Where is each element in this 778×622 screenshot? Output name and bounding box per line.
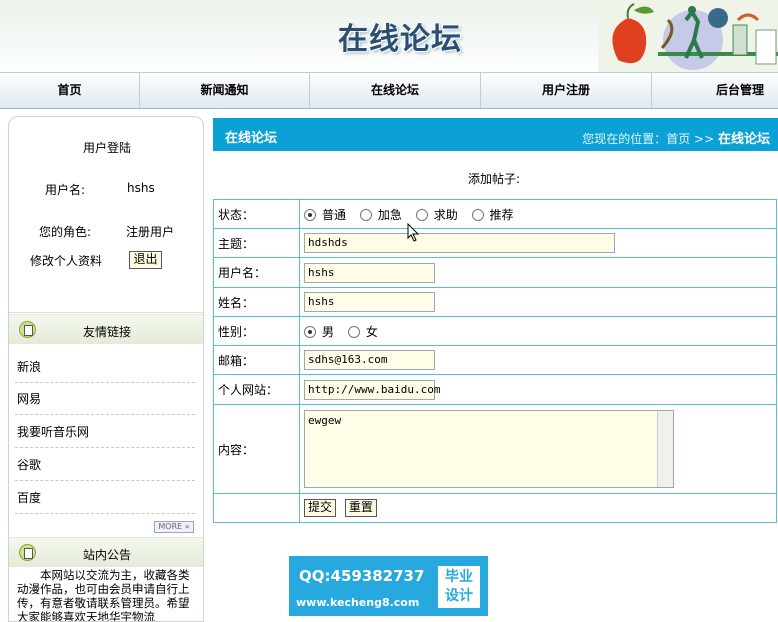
add-post-form: 状态： 普通 加急 求助 推荐 主题： hdshds 用户名： hshs 姓名：… bbox=[213, 199, 777, 523]
username-label: 用户名: bbox=[45, 183, 86, 197]
friend-link-music[interactable]: 我要听音乐网 bbox=[15, 416, 195, 448]
login-panel-title: 用户登陆 bbox=[82, 141, 131, 155]
more-links-button[interactable]: MORE » bbox=[154, 521, 194, 533]
empty-cell bbox=[213, 493, 300, 523]
subject-input[interactable]: hdshds bbox=[304, 233, 615, 253]
username-field-label: 用户名： bbox=[213, 257, 300, 288]
nav-news[interactable]: 新闻通知 bbox=[140, 73, 310, 108]
email-input[interactable]: sdhs@163.com bbox=[304, 350, 435, 370]
header-banner: 在线论坛 bbox=[0, 0, 778, 72]
logout-button[interactable]: 退出 bbox=[129, 251, 162, 269]
gender-option-male[interactable]: 男 bbox=[304, 323, 334, 340]
breadcrumb: 您现在的位置：首页 >> 在线论坛 bbox=[582, 128, 770, 147]
submit-button[interactable]: 提交 bbox=[304, 499, 337, 517]
radio-selected-icon bbox=[304, 209, 316, 221]
form-caption: 添加帖子: bbox=[468, 172, 521, 186]
reset-button[interactable]: 重置 bbox=[344, 499, 377, 517]
friend-links-header: 友情链接 bbox=[9, 314, 203, 344]
status-label: 状态： bbox=[213, 199, 300, 229]
watermark-url: www.kecheng8.com bbox=[296, 596, 420, 609]
role-label: 您的角色: bbox=[39, 225, 92, 239]
website-label: 个人网站： bbox=[213, 374, 300, 405]
badge-line2: 设计 bbox=[445, 588, 473, 604]
subject-label: 主题： bbox=[213, 228, 300, 258]
textarea-scrollbar[interactable] bbox=[657, 411, 673, 487]
status-option-normal[interactable]: 普通 bbox=[304, 206, 346, 223]
breadcrumb-prefix: 您现在的位置：首页 >> bbox=[582, 132, 715, 146]
header-decoration-image bbox=[598, 0, 778, 72]
content-label: 内容： bbox=[213, 404, 300, 494]
gender-option-female[interactable]: 女 bbox=[347, 323, 378, 340]
status-option-recommend[interactable]: 推荐 bbox=[471, 206, 514, 223]
mouse-cursor-icon bbox=[407, 223, 420, 242]
edit-profile-link[interactable]: 修改个人资料 bbox=[30, 252, 102, 269]
site-title: 在线论坛 bbox=[338, 22, 462, 57]
role-value: 注册用户 bbox=[126, 225, 175, 239]
watermark-banner: QQ:459382737 www.kecheng8.com 毕业 设计 bbox=[289, 556, 488, 616]
friend-link-baidu[interactable]: 百度 bbox=[15, 482, 195, 514]
radio-icon bbox=[347, 326, 360, 338]
name-label: 姓名： bbox=[213, 287, 300, 317]
friend-link-sina[interactable]: 新浪 bbox=[15, 351, 195, 383]
notice-title: 站内公告 bbox=[82, 548, 131, 562]
notice-text: 本网站以交流为主，收藏各类动漫作品，也可由会员申请自行上传，有意者敬请联系管理员… bbox=[17, 568, 190, 622]
status-options: 普通 加急 求助 推荐 bbox=[299, 199, 777, 229]
gender-options: 男 女 bbox=[299, 316, 777, 346]
nav-forum[interactable]: 在线论坛 bbox=[310, 73, 481, 108]
radio-icon bbox=[471, 209, 484, 221]
breadcrumb-current: 在线论坛 bbox=[717, 132, 770, 147]
gender-label: 性别： bbox=[213, 316, 300, 346]
user-login-panel: 用户登陆 用户名: hshs 您的角色: 注册用户 修改个人资料 退出 bbox=[9, 117, 203, 313]
content-title: 在线论坛 bbox=[225, 131, 278, 146]
radio-icon bbox=[415, 209, 428, 221]
badge-line1: 毕业 bbox=[445, 569, 473, 585]
nav-home[interactable]: 首页 bbox=[0, 73, 140, 108]
name-input[interactable]: hshs bbox=[304, 292, 435, 312]
friend-link-google[interactable]: 谷歌 bbox=[15, 449, 195, 481]
friend-links-title: 友情链接 bbox=[82, 325, 131, 339]
sidebar: 用户登陆 用户名: hshs 您的角色: 注册用户 修改个人资料 退出 友情链接… bbox=[8, 116, 204, 622]
friend-link-netease[interactable]: 网易 bbox=[15, 383, 195, 415]
status-option-urgent[interactable]: 加急 bbox=[359, 206, 402, 223]
radio-selected-icon bbox=[304, 326, 316, 338]
username-input[interactable]: hshs bbox=[304, 262, 435, 283]
nav-admin[interactable]: 后台管理 bbox=[652, 73, 778, 108]
website-input[interactable]: http://www.baidu.com bbox=[304, 379, 440, 400]
username-value: hshs bbox=[127, 181, 155, 195]
content-textarea[interactable]: ewgew bbox=[304, 410, 674, 488]
watermark-qq: QQ:459382737 bbox=[299, 567, 425, 585]
watermark-badge: 毕业 设计 bbox=[438, 566, 480, 608]
email-label: 邮箱： bbox=[213, 345, 300, 375]
content-header-bar: 在线论坛 您现在的位置：首页 >> 在线论坛 bbox=[213, 118, 778, 151]
content-text: ewgew bbox=[308, 414, 342, 427]
nav-register[interactable]: 用户注册 bbox=[481, 73, 652, 108]
main-navigation: 首页 新闻通知 在线论坛 用户注册 后台管理 bbox=[0, 72, 778, 109]
status-option-help[interactable]: 求助 bbox=[415, 206, 458, 223]
notice-header: 站内公告 bbox=[9, 537, 203, 567]
radio-icon bbox=[359, 209, 372, 221]
